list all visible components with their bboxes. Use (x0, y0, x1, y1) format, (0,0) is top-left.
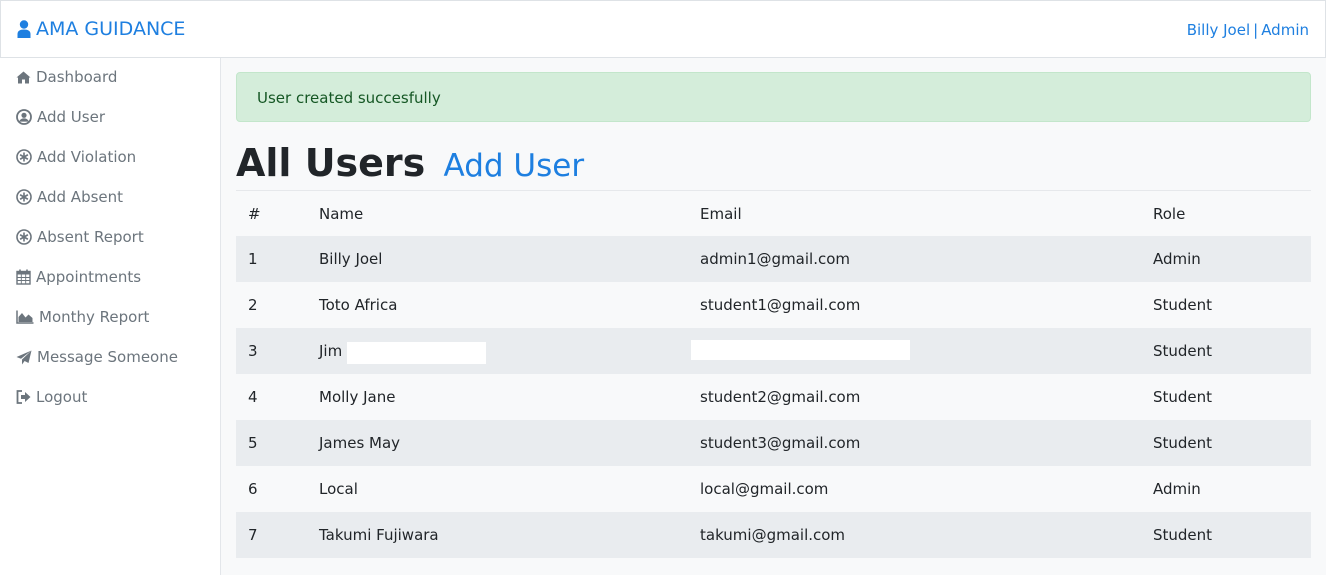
cell-name: Local (319, 480, 358, 498)
sidebar-item-monthy-report[interactable]: Monthy Report (16, 305, 149, 329)
sidebar-item-logout[interactable]: Logout (16, 385, 87, 409)
cell-role: Admin (1153, 480, 1201, 498)
main-content: User created succesfully All Users Add U… (221, 58, 1326, 575)
sidebar-item-label: Add Violation (37, 148, 137, 166)
sidebar-item-dashboard[interactable]: Dashboard (16, 65, 117, 89)
table-row[interactable]: 2 Toto Africa student1@gmail.com Student (236, 282, 1311, 328)
cell-email: local@gmail.com (700, 480, 829, 498)
sidebar-item-add-user[interactable]: Add User (16, 105, 105, 129)
sign-out-icon (16, 390, 31, 404)
sidebar-item-label: Add Absent (37, 188, 124, 206)
asterisk-icon (16, 189, 32, 205)
table-row[interactable]: 6 Local local@gmail.com Admin (236, 466, 1311, 512)
cell-role: Student (1153, 434, 1213, 452)
sidebar-item-label: Add User (37, 108, 105, 126)
asterisk-icon (16, 149, 32, 165)
sidebar-item-label: Dashboard (36, 68, 118, 86)
sidebar-item-label: Monthy Report (39, 308, 150, 326)
cell-id: 7 (248, 526, 258, 544)
sidebar-item-label: Appointments (36, 268, 142, 286)
paper-plane-icon (16, 350, 32, 364)
cell-id: 6 (248, 480, 258, 498)
user-circle-icon (16, 109, 32, 125)
user-role-link[interactable]: Admin (1261, 21, 1309, 39)
success-alert: User created succesfully (236, 72, 1311, 122)
cell-name: James May (319, 434, 401, 452)
user-info-separator: | (1253, 21, 1259, 39)
column-header-number: # (248, 204, 261, 223)
brand-title: AMA GUIDANCE (36, 18, 186, 40)
table-row[interactable]: 7 Takumi Fujiwara takumi@gmail.com Stude… (236, 512, 1311, 558)
cell-id: 3 (248, 342, 258, 360)
calendar-icon (16, 269, 31, 285)
sidebar-item-label: Absent Report (37, 228, 144, 246)
cell-email: student3@gmail.com (700, 434, 861, 452)
user-icon (17, 20, 31, 38)
asterisk-icon (16, 229, 32, 245)
sidebar-item-message-someone[interactable]: Message Someone (16, 345, 178, 369)
column-header-role: Role (1153, 204, 1186, 223)
sidebar-item-add-absent[interactable]: Add Absent (16, 185, 123, 209)
page-title-text: All Users (236, 141, 426, 185)
users-table: # Name Email Role 1 Billy Joel admin1@gm… (236, 191, 1311, 558)
cell-id: 5 (248, 434, 258, 452)
cell-name: Molly Jane (319, 388, 396, 406)
sidebar: Dashboard Add User Add Violation Add Abs… (0, 58, 221, 575)
cell-email: student1@gmail.com (700, 296, 861, 314)
cell-role: Admin (1153, 250, 1201, 268)
cell-name: Billy Joel (319, 250, 383, 268)
redacted-name-box (347, 342, 486, 364)
table-row[interactable]: 1 Billy Joel admin1@gmail.com Admin (236, 236, 1311, 282)
sidebar-item-add-violation[interactable]: Add Violation (16, 145, 136, 169)
table-header-row: # Name Email Role (236, 191, 1311, 236)
area-chart-icon (16, 310, 34, 324)
cell-email: admin1@gmail.com (700, 250, 851, 268)
table-row[interactable]: 5 James May student3@gmail.com Student (236, 420, 1311, 466)
cell-name: Toto Africa (319, 296, 398, 314)
redacted-email-box (691, 340, 910, 360)
table-row[interactable]: 4 Molly Jane student2@gmail.com Student (236, 374, 1311, 420)
cell-id: 4 (248, 388, 258, 406)
add-user-link[interactable]: Add User (444, 148, 585, 184)
cell-id: 2 (248, 296, 258, 314)
home-icon (16, 71, 31, 83)
sidebar-item-label: Message Someone (37, 348, 178, 366)
brand-link[interactable]: AMA GUIDANCE (17, 18, 185, 40)
cell-role: Student (1153, 342, 1213, 360)
cell-role: Student (1153, 526, 1213, 544)
cell-name: Takumi Fujiwara (319, 526, 439, 544)
column-header-name: Name (319, 204, 364, 223)
sidebar-item-appointments[interactable]: Appointments (16, 265, 141, 289)
sidebar-item-absent-report[interactable]: Absent Report (16, 225, 144, 249)
alert-message: User created succesfully (257, 89, 441, 107)
sidebar-item-label: Logout (36, 388, 88, 406)
cell-email: student2@gmail.com (700, 388, 861, 406)
column-header-email: Email (700, 204, 742, 223)
page-title: All Users Add User (236, 140, 584, 189)
user-name-link[interactable]: Billy Joel (1187, 21, 1250, 39)
top-navbar: AMA GUIDANCE Billy Joel | Admin (0, 0, 1326, 58)
cell-id: 1 (248, 250, 258, 268)
cell-email: takumi@gmail.com (700, 526, 846, 544)
user-info: Billy Joel | Admin (1187, 21, 1309, 39)
cell-role: Student (1153, 388, 1213, 406)
cell-role: Student (1153, 296, 1213, 314)
